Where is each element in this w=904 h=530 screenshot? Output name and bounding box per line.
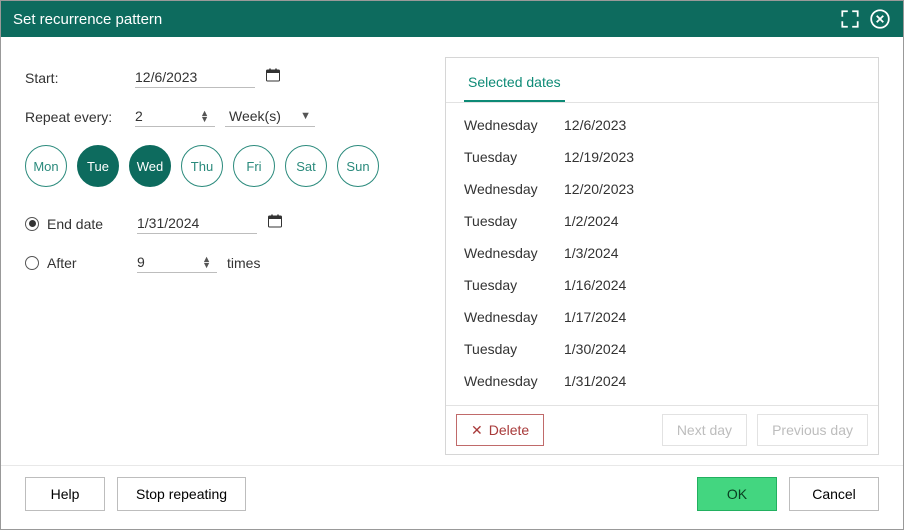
after-label: After [47,255,137,271]
date-row[interactable]: Wednesday12/20/2023 [464,173,860,205]
day-sat[interactable]: Sat [285,145,327,187]
date-row[interactable]: Wednesday1/17/2024 [464,301,860,333]
date-row-dow: Tuesday [464,213,564,229]
date-row-dow: Wednesday [464,117,564,133]
start-date-input[interactable]: 12/6/2023 [135,67,255,88]
day-fri[interactable]: Fri [233,145,275,187]
calendar-icon[interactable] [267,213,285,231]
day-thu[interactable]: Thu [181,145,223,187]
stepper-icon[interactable]: ▲▼ [200,110,209,122]
repeat-count-value: 2 [135,108,143,124]
date-row-date: 1/3/2024 [564,245,619,261]
delete-button[interactable]: ✕ Delete [456,414,544,446]
stepper-icon[interactable]: ▲▼ [202,256,211,268]
recurrence-form: Start: 12/6/2023 Repeat every: 2 ▲▼ Week… [25,57,445,455]
date-row[interactable]: Wednesday12/6/2023 [464,109,860,141]
titlebar: Set recurrence pattern [1,1,903,37]
tab-selected-dates[interactable]: Selected dates [464,68,565,102]
help-button[interactable]: Help [25,477,105,511]
selected-dates-panel: Selected dates Wednesday12/6/2023Tuesday… [445,57,879,455]
repeat-unit-value: Week(s) [229,108,281,124]
date-list: Wednesday12/6/2023Tuesday12/19/2023Wedne… [446,103,878,405]
end-date-radio[interactable] [25,217,39,231]
after-count-input[interactable]: 9 ▲▼ [137,252,217,273]
end-date-input[interactable]: 1/31/2024 [137,213,257,234]
x-icon: ✕ [471,422,483,439]
date-row[interactable]: Wednesday1/3/2024 [464,237,860,269]
cancel-button[interactable]: Cancel [789,477,879,511]
dialog-title: Set recurrence pattern [13,11,831,28]
date-row-date: 1/16/2024 [564,277,626,293]
date-row-date: 12/6/2023 [564,117,626,133]
date-row-dow: Tuesday [464,149,564,165]
weekday-picker: MonTueWedThuFriSatSun [25,145,445,187]
repeat-unit-select[interactable]: Week(s) ▼ [225,106,315,127]
date-row-date: 12/19/2023 [564,149,634,165]
delete-label: Delete [489,422,529,438]
day-mon[interactable]: Mon [25,145,67,187]
maximize-icon[interactable] [839,8,861,30]
date-row[interactable]: Tuesday12/19/2023 [464,141,860,173]
close-icon[interactable] [869,8,891,30]
end-date-label: End date [47,216,137,232]
date-row-date: 1/30/2024 [564,341,626,357]
day-tue[interactable]: Tue [77,145,119,187]
date-row[interactable]: Tuesday1/30/2024 [464,333,860,365]
repeat-label: Repeat every: [25,109,135,125]
date-row-dow: Tuesday [464,277,564,293]
ok-button[interactable]: OK [697,477,777,511]
date-row-date: 12/20/2023 [564,181,634,197]
date-row[interactable]: Wednesday1/31/2024 [464,365,860,397]
chevron-down-icon: ▼ [300,110,311,122]
date-row-dow: Wednesday [464,181,564,197]
day-sun[interactable]: Sun [337,145,379,187]
after-radio[interactable] [25,256,39,270]
start-label: Start: [25,70,135,86]
previous-day-button[interactable]: Previous day [757,414,868,446]
stop-repeating-button[interactable]: Stop repeating [117,477,246,511]
date-row-date: 1/17/2024 [564,309,626,325]
after-unit-label: times [227,255,260,271]
dialog-footer: Help Stop repeating OK Cancel [1,465,903,521]
repeat-count-input[interactable]: 2 ▲▼ [135,106,215,127]
date-row-dow: Wednesday [464,245,564,261]
date-row[interactable]: Tuesday1/16/2024 [464,269,860,301]
after-count-value: 9 [137,254,145,270]
day-wed[interactable]: Wed [129,145,171,187]
next-day-button[interactable]: Next day [662,414,747,446]
date-row-dow: Wednesday [464,309,564,325]
calendar-icon[interactable] [265,67,283,85]
date-row[interactable]: Tuesday1/2/2024 [464,205,860,237]
date-row-dow: Tuesday [464,341,564,357]
date-row-date: 1/2/2024 [564,213,619,229]
date-row-date: 1/31/2024 [564,373,626,389]
date-row-dow: Wednesday [464,373,564,389]
